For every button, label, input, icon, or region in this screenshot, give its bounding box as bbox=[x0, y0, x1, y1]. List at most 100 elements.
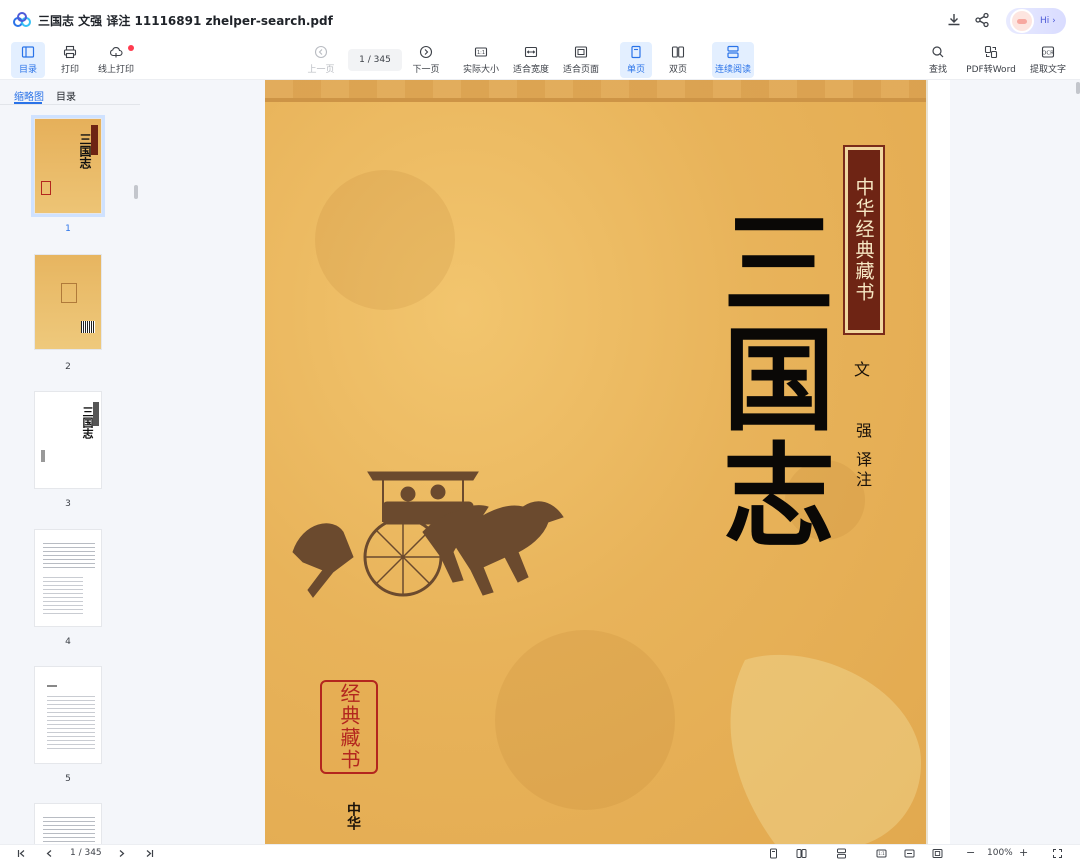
thumb-title: 三国志 bbox=[81, 406, 94, 439]
thumb-mark bbox=[41, 450, 45, 462]
thumbnail-sidebar: 缩略图 目录 三国志 1 2 三国志 3 4 5 bbox=[0, 80, 140, 844]
search-icon bbox=[932, 46, 944, 58]
publisher-name: 中华 bbox=[345, 802, 361, 830]
single-page-button[interactable]: 单页 bbox=[620, 42, 652, 78]
double-page-mode-icon[interactable] bbox=[796, 848, 807, 859]
fit-page-button[interactable]: 适合页面 bbox=[560, 42, 602, 78]
next-page-icon[interactable] bbox=[116, 848, 127, 859]
prev-page-icon[interactable] bbox=[44, 848, 55, 859]
chariot-illustration-icon bbox=[292, 471, 564, 598]
toolbar: 目录 打印 线上打印 上一页 下一页 1:1 实际大小 适合宽度 适合页面 单页… bbox=[0, 40, 1080, 80]
next-page-button[interactable]: 下一页 bbox=[409, 42, 443, 78]
svg-text:1:1: 1:1 bbox=[878, 851, 885, 856]
thumbnail-page-5[interactable] bbox=[34, 666, 102, 764]
pdf-page-1: 中华经典藏书 三国志 文 强 译注 经典藏书 中华 bbox=[265, 80, 950, 844]
actual-size-icon: 1:1 bbox=[474, 47, 488, 57]
prev-page-button[interactable]: 上一页 bbox=[305, 42, 337, 78]
search-button[interactable]: 查找 bbox=[924, 42, 952, 78]
fit-width-button[interactable]: 适合宽度 bbox=[510, 42, 552, 78]
thumbnail-number: 4 bbox=[65, 637, 71, 647]
toc-button[interactable]: 目录 bbox=[11, 42, 45, 78]
page-number-input[interactable]: 1 / 345 bbox=[348, 49, 402, 71]
share-icon[interactable] bbox=[974, 12, 990, 28]
zoom-in-button[interactable]: + bbox=[1019, 846, 1028, 859]
document-title: 三国志 文强 译注 11116891 zhelper-search.pdf bbox=[38, 14, 333, 28]
viewer-scrollbar[interactable] bbox=[1076, 82, 1080, 94]
extract-text-button[interactable]: OCR 提取文字 bbox=[1028, 42, 1068, 78]
tab-divider bbox=[0, 104, 140, 105]
thumb-heading bbox=[47, 685, 57, 687]
extract-text-icon: OCR bbox=[1041, 46, 1054, 58]
thumbnail-number: 1 bbox=[65, 224, 71, 234]
chevron-left-circle-icon bbox=[314, 45, 328, 59]
cloud-print-icon bbox=[110, 47, 123, 58]
actual-size-mode-icon[interactable]: 1:1 bbox=[876, 848, 887, 859]
zoom-level[interactable]: 100% bbox=[987, 848, 1013, 858]
pdf-to-word-icon bbox=[984, 45, 998, 59]
thumbnail-page-4[interactable] bbox=[34, 529, 102, 627]
assistant-button[interactable]: Hi › bbox=[1006, 8, 1066, 34]
book-title: 三国志 bbox=[704, 205, 834, 553]
fullscreen-icon[interactable] bbox=[1052, 848, 1063, 859]
page-margin bbox=[926, 80, 950, 844]
fit-width-icon bbox=[524, 46, 538, 58]
thumb-text-block bbox=[43, 540, 95, 570]
thumb-text-block bbox=[43, 814, 95, 844]
series-label-inner: 中华经典藏书 bbox=[848, 150, 880, 330]
notification-badge bbox=[128, 45, 134, 51]
fit-page-icon bbox=[574, 46, 588, 58]
continuous-mode-icon[interactable] bbox=[836, 848, 847, 859]
title-bar: 三国志 文强 译注 11116891 zhelper-search.pdf Hi… bbox=[0, 0, 1080, 40]
tab-active-indicator bbox=[14, 102, 42, 104]
series-name: 中华经典藏书 bbox=[852, 177, 875, 303]
status-page-indicator[interactable]: 1 / 345 bbox=[70, 848, 102, 858]
double-page-icon bbox=[671, 46, 685, 58]
series-label-box: 中华经典藏书 bbox=[843, 145, 885, 335]
continuous-read-button[interactable]: 连续阅读 bbox=[712, 42, 754, 78]
assistant-avatar-icon bbox=[1010, 9, 1034, 33]
first-page-icon[interactable] bbox=[16, 848, 27, 859]
fit-page-mode-icon[interactable] bbox=[932, 848, 943, 859]
status-bar: 1 / 345 1:1 − 100% + bbox=[0, 844, 1080, 861]
thumbnail-page-1[interactable]: 三国志 bbox=[31, 115, 105, 217]
thumb-barcode-icon bbox=[81, 321, 95, 333]
online-print-button[interactable]: 线上打印 bbox=[94, 42, 138, 78]
thumbnail-number: 2 bbox=[65, 362, 71, 372]
chevron-right-circle-icon bbox=[419, 45, 433, 59]
thumbnail-number: 5 bbox=[65, 774, 71, 784]
red-seal-stamp: 经典藏书 bbox=[320, 680, 378, 774]
app-logo-icon bbox=[13, 12, 31, 27]
document-viewer: 中华经典藏书 三国志 文 强 译注 经典藏书 中华 bbox=[140, 80, 1080, 844]
continuous-icon bbox=[727, 45, 739, 59]
single-page-icon bbox=[631, 45, 641, 59]
svg-text:1:1: 1:1 bbox=[477, 50, 485, 56]
download-icon[interactable] bbox=[946, 12, 962, 28]
printer-icon bbox=[63, 45, 77, 59]
print-button[interactable]: 打印 bbox=[54, 42, 86, 78]
thumb-title: 三国志 bbox=[78, 133, 92, 169]
thumb-text-block bbox=[47, 693, 95, 749]
sidebar-scrollbar[interactable] bbox=[134, 185, 138, 199]
author-name-part1: 文 bbox=[854, 360, 871, 379]
thumbnail-page-2[interactable] bbox=[34, 254, 102, 350]
double-page-button[interactable]: 双页 bbox=[662, 42, 694, 78]
tab-thumbnails[interactable]: 缩略图 bbox=[14, 88, 44, 103]
assistant-label: Hi › bbox=[1040, 16, 1056, 26]
last-page-icon[interactable] bbox=[144, 848, 155, 859]
cover-watermark-shape bbox=[730, 654, 922, 844]
thumbnail-page-6[interactable] bbox=[34, 803, 102, 844]
pdf-to-word-button[interactable]: PDF转Word bbox=[965, 42, 1017, 78]
seal-text: 经典藏书 bbox=[337, 683, 361, 771]
single-page-mode-icon[interactable] bbox=[768, 848, 779, 859]
thumbnail-page-3[interactable]: 三国志 bbox=[34, 391, 102, 489]
thumb-text-block bbox=[43, 574, 83, 614]
fit-width-mode-icon[interactable] bbox=[904, 848, 915, 859]
thumb-seal bbox=[41, 181, 51, 195]
thumb-stamp bbox=[61, 283, 77, 303]
actual-size-button[interactable]: 1:1 实际大小 bbox=[460, 42, 502, 78]
tab-outline[interactable]: 目录 bbox=[56, 88, 76, 103]
svg-text:OCR: OCR bbox=[1042, 50, 1054, 56]
zoom-out-button[interactable]: − bbox=[966, 846, 975, 859]
thumbnail-number: 3 bbox=[65, 499, 71, 509]
book-cover: 中华经典藏书 三国志 文 强 译注 经典藏书 中华 bbox=[265, 80, 926, 844]
